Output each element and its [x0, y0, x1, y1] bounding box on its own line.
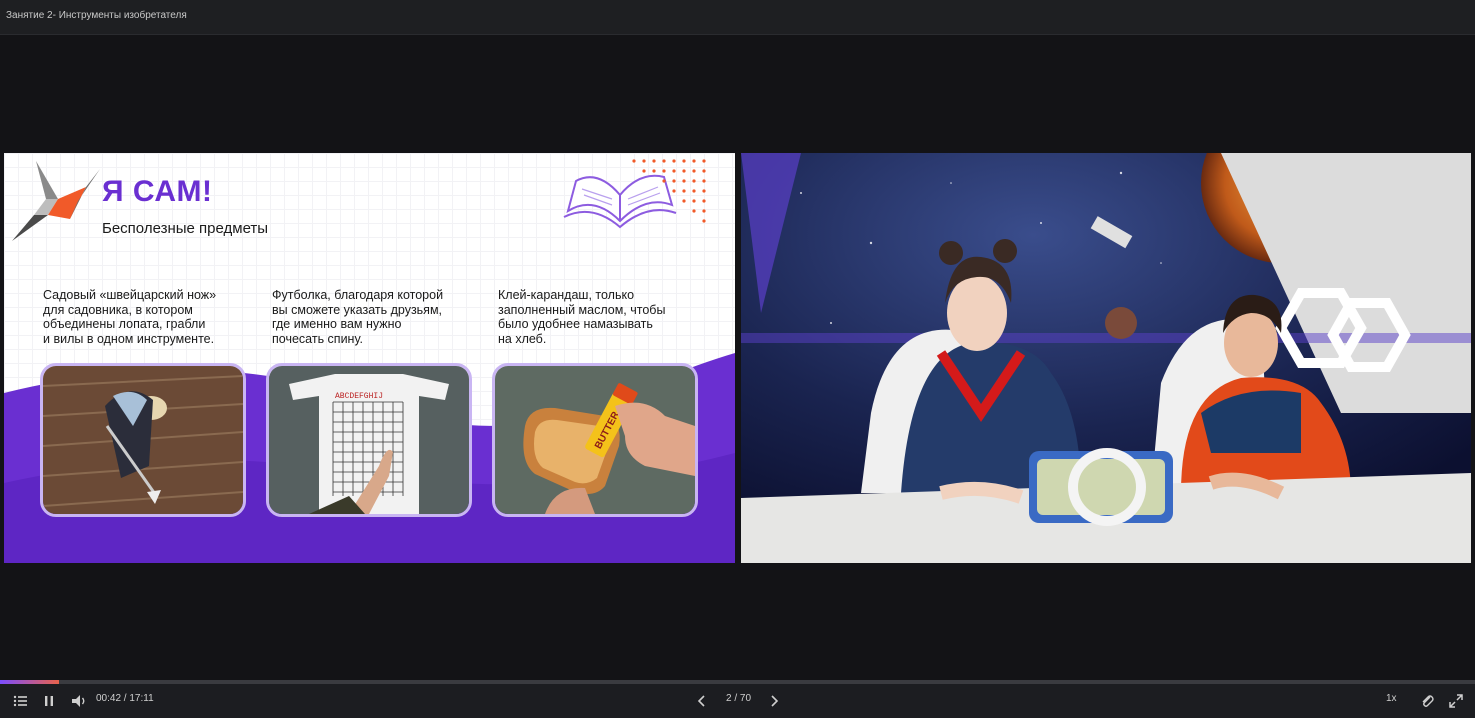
caption-glue-stick: Клей-карандаш, только заполненный маслом…	[498, 288, 666, 346]
bird-logo-icon	[12, 161, 100, 241]
page-counter: 2 / 70	[726, 693, 752, 704]
pause-icon[interactable]	[40, 692, 58, 710]
lesson-title: Занятие 2- Инструменты изобретателя	[6, 10, 187, 21]
speed-button[interactable]: 1x	[1386, 693, 1397, 704]
volume-icon[interactable]	[70, 692, 88, 710]
photo-tshirt: ABCDEFGHIJ	[266, 363, 472, 517]
title-bar: Занятие 2- Инструменты изобретателя	[0, 0, 1475, 35]
player-controls: 00:42 / 17:11 2 / 70 1x	[0, 684, 1475, 718]
photo-glue-stick: BUTTER	[492, 363, 698, 517]
shirt-letters: ABCDEFGHIJ	[335, 392, 383, 401]
paperclip-icon[interactable]	[1418, 692, 1436, 710]
video-frame	[741, 153, 1471, 563]
fullscreen-icon[interactable]	[1447, 692, 1465, 710]
photo-garden-tool	[40, 363, 246, 517]
slide-heading: Я САМ!	[102, 175, 213, 208]
caption-garden-tool: Садовый «швейцарский нож» для садовника,…	[43, 288, 217, 346]
list-icon[interactable]	[12, 692, 30, 710]
presenter-video[interactable]	[741, 153, 1471, 563]
chevron-right-icon[interactable]	[765, 692, 783, 710]
time-display: 00:42 / 17:11	[96, 693, 154, 704]
presentation-slide: Я САМ! Бесполезные предметы Садовый «шве…	[4, 153, 735, 563]
dots-pattern-icon	[632, 159, 706, 223]
slide-subheading: Бесполезные предметы	[102, 220, 269, 237]
caption-tshirt: Футболка, благодаря которой вы сможете у…	[272, 288, 444, 346]
chevron-left-icon[interactable]	[693, 692, 711, 710]
